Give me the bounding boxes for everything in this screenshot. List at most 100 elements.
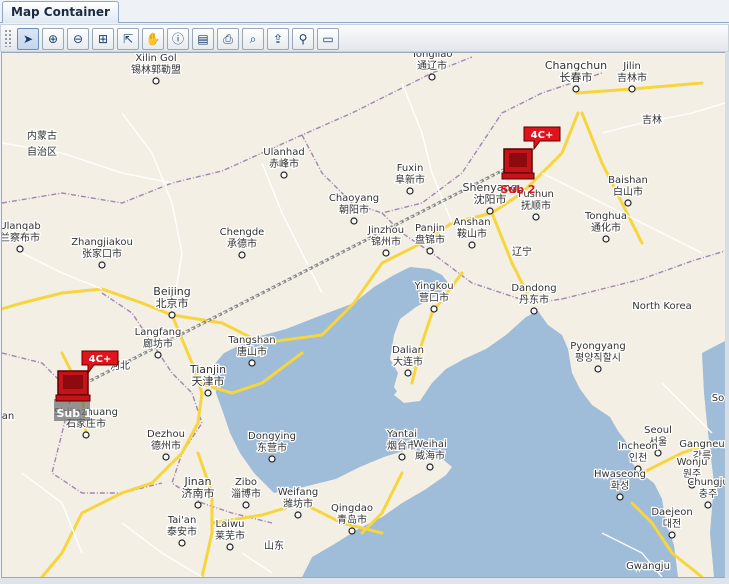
city-marker [152,77,160,85]
place-label-zh: 威海市 [415,449,445,462]
print-preview-button[interactable]: ⌕ [242,28,264,50]
place-label-en: an [2,411,14,422]
place-label-en: Dezhou [147,429,185,440]
place-label-en: Pyongyang [570,341,625,352]
place-label-en: Seoul [644,425,672,436]
place-label-zh: 莱芜市 [215,529,245,542]
place-label-en: Dongying [248,431,296,442]
place-label-en: Gangneu [679,439,724,450]
place-label-en: Zhangjiakou [71,237,133,248]
place-label-zh: 충주 [699,488,717,500]
place-label-en: Ulanhad [263,147,304,158]
zoom-region-button[interactable]: ⊞ [92,28,114,50]
place-label-en: Zibo [235,477,257,488]
place-label-en: Chungju [687,477,725,488]
node-sub-1-stand [55,394,91,402]
place-label-en: Tai'an [167,515,197,526]
layer-button[interactable]: ▤ [192,28,214,50]
place-label-zh: 白山市 [613,185,643,198]
print-button[interactable]: ⎙ [217,28,239,50]
city-marker [602,235,610,243]
place-label-en: Chaoyang [329,193,379,204]
horizontal-scrollbar[interactable] [0,578,729,584]
city-marker [486,207,494,215]
city-marker [168,311,176,319]
export-button[interactable]: ⇪ [267,28,289,50]
place-label-zh: 廊坊市 [143,337,173,350]
place-label-en: Anshan [453,217,490,228]
place-label-zh: 自治区 [27,145,57,158]
place-label-zh: 盘锦市 [415,233,445,246]
place-label-en: Chengde [220,227,265,238]
city-marker [194,501,202,509]
vertical-scrollbar[interactable] [725,52,729,578]
city-marker [82,431,90,439]
city-marker [178,539,186,547]
node-sub-2-stand [501,172,535,180]
node-sub-1-label: Sub 1 [56,407,91,420]
city-marker [98,261,106,269]
zoom-out-icon: ⊖ [72,32,84,46]
place-label-en: Jilin [622,61,641,72]
layer-icon: ▤ [197,32,209,46]
place-label-en: Qingdao [331,503,373,514]
place-label-zh: 青岛市 [337,513,367,526]
place-label-en: Weifang [278,487,319,498]
place-shandong: 山东 [263,538,286,554]
city-marker [398,453,406,461]
map-view[interactable]: Xilin Gol 锡林郭勒盟 Tongliao 通辽市 Changchun 长春市 Jil… [1,52,726,578]
place-label-zh: 阜新市 [395,173,425,186]
place-label-zh: 泰安市 [167,525,197,538]
place-neimenggu: 内蒙古 [26,128,59,144]
city-marker [426,247,434,255]
zoom-in-button[interactable]: ⊕ [42,28,64,50]
place-label-en: Langfang [135,327,182,338]
node-sub-2-label: Sub 2 [500,183,535,196]
place-label-en: Daejeon [651,507,692,518]
city-marker [268,455,276,463]
city-marker [628,85,636,93]
place-label-zh: 张家口市 [82,247,122,260]
city-marker [280,171,288,179]
place-zizhiqu: 自治区 [26,144,59,160]
city-marker [616,493,624,501]
place-label-en: Yingkou [413,281,453,292]
select-arrow-button[interactable]: ➤ [17,28,39,50]
city-marker [704,501,712,509]
zoom-region-icon: ⊞ [97,32,109,46]
place-label-zh: 兰察布市 [2,231,40,244]
print-icon: ⎙ [223,32,233,46]
city-marker [430,305,438,313]
place-label-en: Panjin [415,223,445,234]
place-label-zh: 辽宁 [512,245,532,258]
place-label-zh: 朝阳市 [339,203,369,216]
city-marker [532,213,540,221]
city-marker [428,73,436,81]
place-gwangju: Gwangju [625,560,671,574]
place-label-zh: 济南市 [182,486,215,500]
zoom-extent-button[interactable]: ⇱ [117,28,139,50]
map-toolbar: ➤ ⊕ ⊖ ⊞ ⇱ ✋ ⓘ ▤ ⎙ ⌕ ⇪ ⚲ ▭ [0,24,729,52]
city-marker [242,501,250,509]
place-label-zh: 大连市 [393,355,423,368]
node-sub-2-badge-text: 4C+ [531,130,554,141]
place-label-en: Xilin Gol [135,53,176,64]
search-button[interactable]: ⚲ [292,28,314,50]
city-marker [204,389,212,397]
place-label-zh: 대전 [663,518,681,530]
node-sub-1-screen [63,375,83,389]
city-marker [238,251,246,259]
place-label-zh: 淄博市 [231,487,261,500]
pan-hand-button[interactable]: ✋ [142,28,164,50]
identify-button[interactable]: ⓘ [167,28,189,50]
measure-ruler-button[interactable]: ▭ [317,28,339,50]
tab-map-container[interactable]: Map Container [2,1,119,23]
place-label-en: Ulanqab [2,221,41,232]
city-marker [382,249,390,257]
zoom-out-button[interactable]: ⊖ [67,28,89,50]
place-so-edge: So [711,392,725,406]
toolbar-grip-handle[interactable] [4,29,12,47]
place-label-zh: 天津市 [192,374,225,388]
city-marker [594,365,602,373]
place-an-edge: an [2,410,15,424]
